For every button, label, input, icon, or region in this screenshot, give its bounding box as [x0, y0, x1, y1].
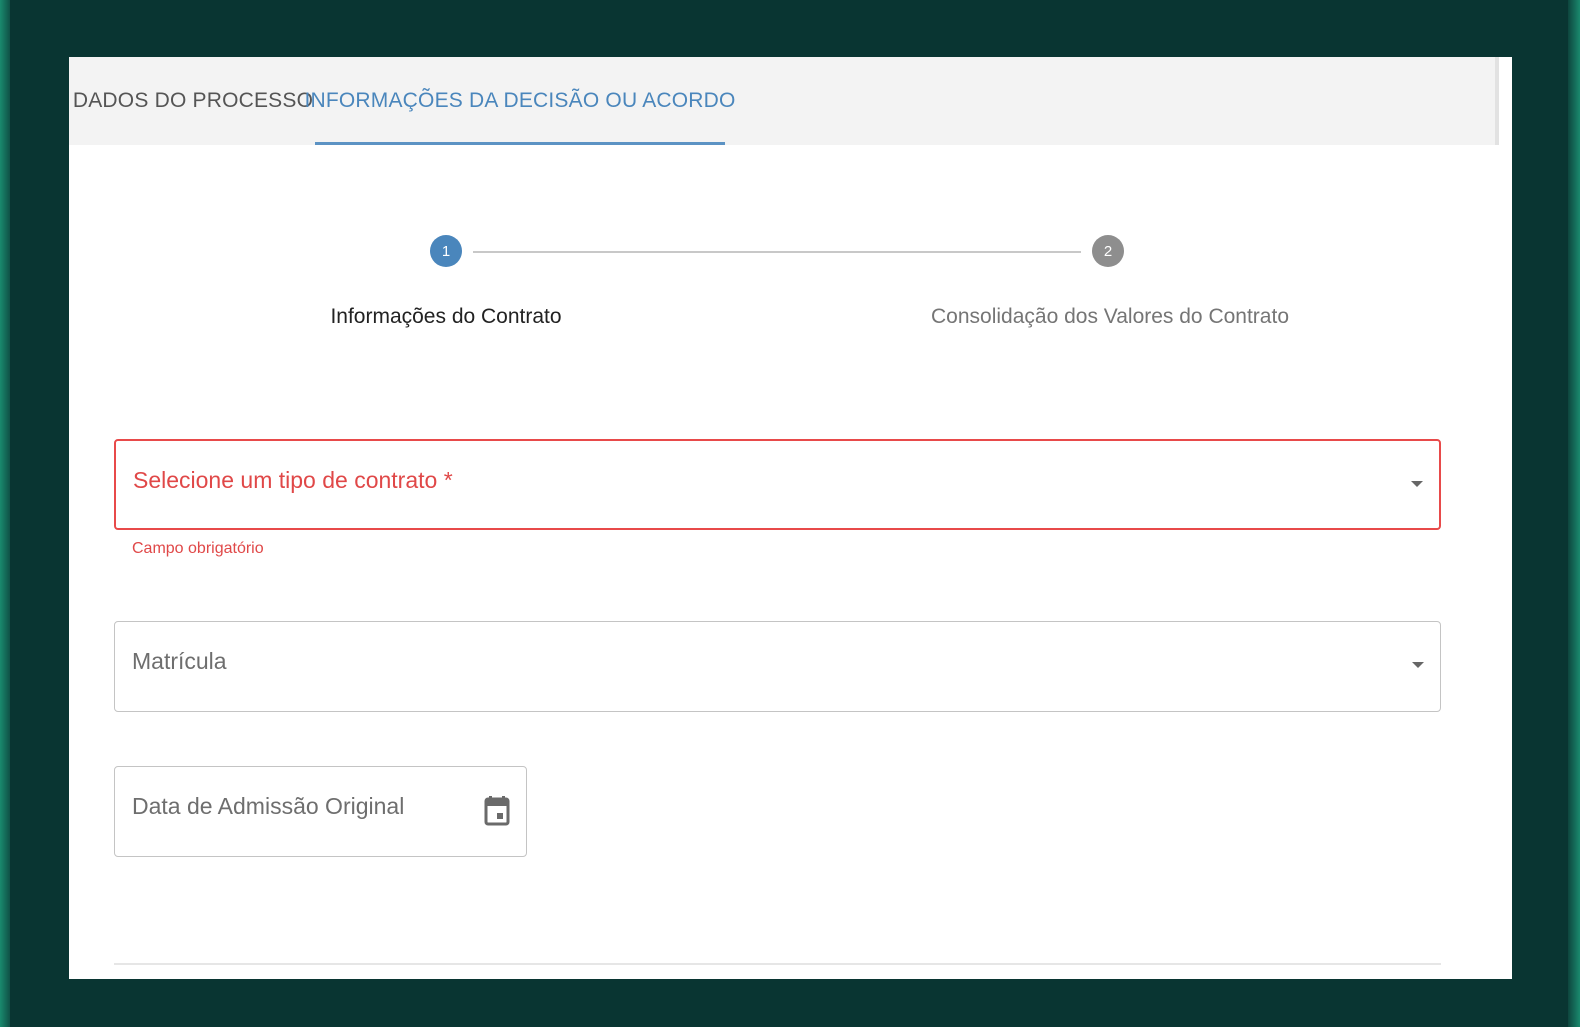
matricula-select[interactable]: Matrícula — [114, 621, 1441, 712]
tab-dados-do-processo[interactable]: DADOS DO PROCESSO — [73, 57, 313, 145]
step-1-label: Informações do Contrato — [330, 305, 562, 328]
chevron-down-icon[interactable] — [1411, 481, 1423, 487]
bottom-divider — [114, 963, 1441, 965]
stepper: 1 2 Informações do Contrato Consolidação… — [69, 217, 1512, 347]
chevron-down-icon[interactable] — [1412, 662, 1424, 668]
admission-date-input[interactable]: Data de Admissão Original — [114, 766, 527, 857]
contract-type-select[interactable]: Selecione um tipo de contrato * — [114, 439, 1441, 530]
step-2-circle[interactable]: 2 — [1092, 235, 1124, 267]
tab-bar: DADOS DO PROCESSO INFORMAÇÕES DA DECISÃO… — [69, 57, 1499, 145]
calendar-icon[interactable] — [484, 794, 510, 826]
contract-type-label: Selecione um tipo de contrato * — [133, 467, 453, 493]
contract-type-error: Campo obrigatório — [132, 540, 264, 557]
step-2-label: Consolidação dos Valores do Contrato — [931, 305, 1289, 328]
step-1-circle[interactable]: 1 — [430, 235, 462, 267]
tab-informacoes-decisao-acordo[interactable]: INFORMAÇÕES DA DECISÃO OU ACORDO — [304, 57, 735, 145]
matricula-label: Matrícula — [132, 648, 227, 674]
form-card: DADOS DO PROCESSO INFORMAÇÕES DA DECISÃO… — [69, 57, 1512, 979]
stepper-connector-line — [473, 251, 1081, 253]
admission-date-label: Data de Admissão Original — [132, 793, 405, 819]
active-tab-indicator — [315, 142, 725, 145]
